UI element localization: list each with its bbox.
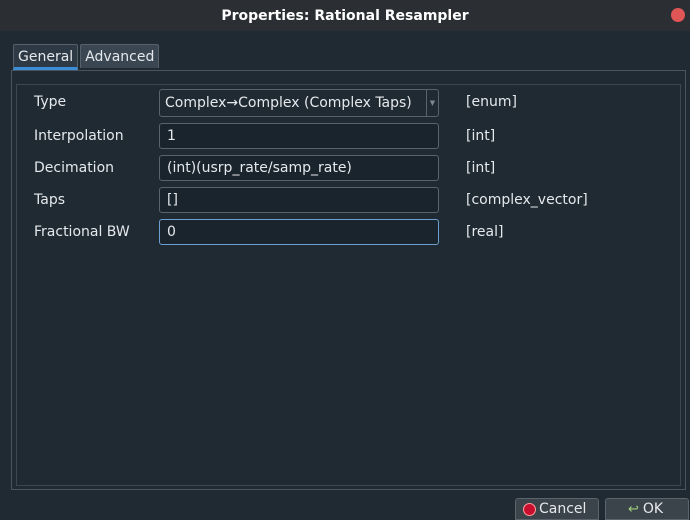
parameters-area: Type Complex→Complex (Complex Taps) ▼ [e… bbox=[16, 84, 681, 486]
param-row-type: Type Complex→Complex (Complex Taps) ▼ [e… bbox=[17, 89, 677, 117]
title-bar: Properties: Rational Resampler bbox=[0, 0, 690, 31]
tab-bar: General Advanced bbox=[13, 44, 161, 70]
tab-general[interactable]: General bbox=[13, 44, 79, 70]
ok-button-label: OK bbox=[642, 501, 664, 517]
window-title: Properties: Rational Resampler bbox=[221, 7, 469, 24]
param-row-interpolation: Interpolation [int] bbox=[17, 123, 677, 149]
param-row-fractional-bw: Fractional BW [real] bbox=[17, 219, 677, 245]
tab-advanced[interactable]: Advanced bbox=[80, 44, 160, 68]
param-row-taps: Taps [complex_vector] bbox=[17, 187, 677, 213]
cancel-button-label: Cancel bbox=[539, 501, 587, 517]
decimation-input[interactable] bbox=[159, 155, 439, 181]
fractional-bw-input[interactable] bbox=[159, 219, 439, 245]
param-type: [enum] bbox=[466, 94, 517, 110]
param-label: Taps bbox=[34, 192, 65, 208]
combobox-value: Complex→Complex (Complex Taps) bbox=[165, 95, 412, 111]
param-type: [real] bbox=[466, 224, 504, 240]
type-combobox[interactable]: Complex→Complex (Complex Taps) ▼ bbox=[159, 89, 439, 117]
cancel-icon bbox=[523, 502, 536, 516]
ok-button[interactable]: ↩ OK bbox=[605, 498, 689, 520]
param-label: Type bbox=[34, 94, 67, 110]
param-type: [complex_vector] bbox=[466, 192, 588, 208]
param-type: [int] bbox=[466, 160, 496, 176]
param-label: Fractional BW bbox=[34, 224, 130, 240]
cancel-button[interactable]: Cancel bbox=[515, 498, 599, 520]
interpolation-input[interactable] bbox=[159, 123, 439, 149]
ok-icon: ↩ bbox=[628, 501, 639, 517]
taps-input[interactable] bbox=[159, 187, 439, 213]
param-label: Interpolation bbox=[34, 128, 124, 144]
properties-panel: Type Complex→Complex (Complex Taps) ▼ [e… bbox=[11, 70, 686, 490]
param-row-decimation: Decimation [int] bbox=[17, 155, 677, 181]
chevron-down-icon[interactable]: ▼ bbox=[426, 90, 438, 116]
param-label: Decimation bbox=[34, 160, 115, 176]
param-type: [int] bbox=[466, 128, 496, 144]
close-icon[interactable] bbox=[671, 8, 685, 22]
